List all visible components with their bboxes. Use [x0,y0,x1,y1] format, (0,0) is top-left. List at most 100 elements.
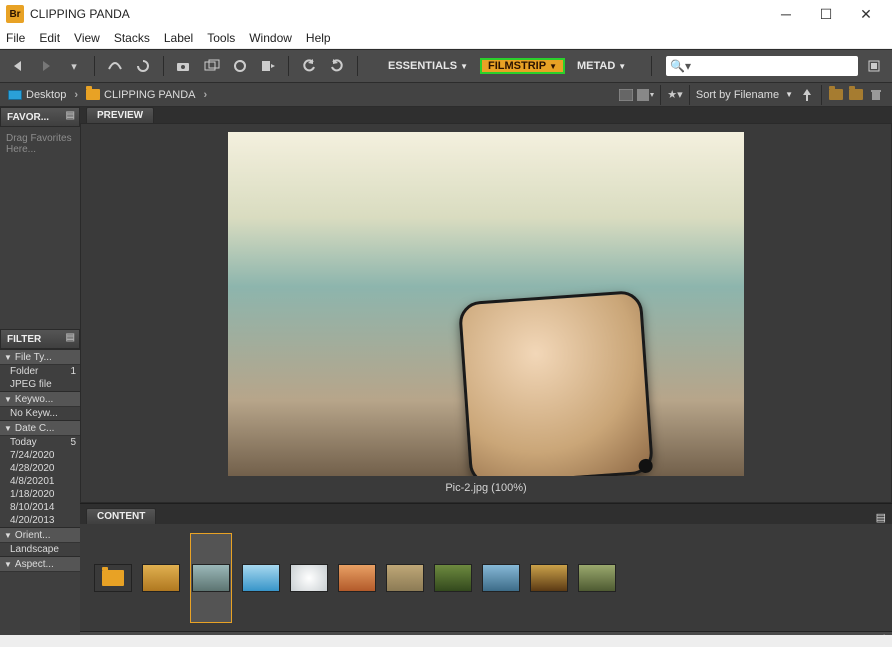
open-camera-raw-icon[interactable] [228,55,252,77]
content-panel: CONTENT ▤ [80,503,892,631]
filter-section-header[interactable]: ▼Aspect... [0,556,80,572]
menu-edit[interactable]: Edit [39,31,60,45]
disclosure-triangle-icon: ▼ [4,560,12,569]
thumbnail-image[interactable] [242,564,280,592]
favorites-panel-body[interactable]: Drag Favorites Here... [0,127,80,329]
boomerang-icon[interactable] [103,55,127,77]
disclosure-triangle-icon: ▼ [4,424,12,433]
thumbnail-folder[interactable] [94,564,132,592]
open-recent-icon[interactable] [846,86,866,104]
thumbnail-image[interactable] [338,564,376,592]
menu-window[interactable]: Window [249,31,292,45]
workspace-metadata[interactable]: METAD▼ [569,58,634,74]
panel-menu-icon[interactable]: ▤ [66,110,75,121]
get-photos-icon[interactable] [172,55,196,77]
thumbnail-image[interactable] [192,564,230,592]
filter-row[interactable]: 1/18/2020 [0,488,80,501]
preview-caption: Pic-2.jpg (100%) [445,482,526,494]
thumbnail-image[interactable] [386,564,424,592]
separator [288,56,289,76]
preview-tabs-row: PREVIEW [80,107,892,123]
separator [821,85,822,105]
refine-icon[interactable] [200,55,224,77]
recent-dropdown[interactable]: ▾ [62,55,86,77]
output-icon[interactable] [256,55,280,77]
disclosure-triangle-icon: ▼ [4,395,12,404]
nav-forward-button[interactable] [34,55,58,77]
separator [163,56,164,76]
titlebar: Br CLIPPING PANDA ─ ☐ ✕ [0,0,892,28]
filter-row[interactable]: No Keyw... [0,407,80,420]
menu-view[interactable]: View [74,31,100,45]
reveal-icon[interactable] [131,55,155,77]
rotate-ccw-icon[interactable] [297,55,321,77]
content-strip[interactable] [80,524,892,631]
preview-panel-tab[interactable]: PREVIEW [86,107,154,123]
panel-menu-icon[interactable]: ▤ [876,511,886,524]
maximize-button[interactable]: ☐ [806,2,846,26]
favorites-panel-tab[interactable]: FAVOR...▤ [0,107,80,127]
breadcrumb-desktop[interactable]: Desktop [6,89,68,101]
filter-panel-tab[interactable]: FILTER▤ [0,329,80,349]
breadcrumb-separator: › [68,89,84,101]
filter-row[interactable]: 4/20/2013 [0,514,80,527]
filter-row[interactable]: Folder1 [0,365,80,378]
menu-file[interactable]: File [6,31,25,45]
loupe-magnifier[interactable] [458,290,654,476]
filter-row[interactable]: Landscape [0,543,80,556]
filter-section-header[interactable]: ▼Keywo... [0,391,80,407]
window-title: CLIPPING PANDA [30,7,766,21]
filter-row[interactable]: 8/10/2014 [0,501,80,514]
content-panel-tab[interactable]: CONTENT [86,508,156,524]
disclosure-triangle-icon: ▼ [4,353,12,362]
filter-row[interactable]: JPEG file [0,378,80,391]
filter-row[interactable]: 4/28/2020 [0,462,80,475]
nav-back-button[interactable] [6,55,30,77]
thumbnail-image[interactable] [142,564,180,592]
new-folder-icon[interactable] [826,86,846,104]
thumbnail-image[interactable] [578,564,616,592]
trash-icon[interactable] [866,86,886,104]
menu-stacks[interactable]: Stacks [114,31,150,45]
filter-section-header[interactable]: ▼Date C... [0,420,80,436]
separator [651,56,652,76]
pathbar: Desktop › CLIPPING PANDA › ★▾ Sort by Fi… [0,83,892,107]
breadcrumb-folder[interactable]: CLIPPING PANDA [84,89,198,101]
left-sidebar: FAVOR...▤ Drag Favorites Here... FILTER▤… [0,107,80,635]
preview-image[interactable] [228,132,744,476]
search-input[interactable] [691,60,854,72]
filter-row[interactable]: Today5 [0,436,80,449]
menu-tools[interactable]: Tools [207,31,235,45]
minimize-button[interactable]: ─ [766,2,806,26]
thumbnail-quality-dropdown[interactable] [636,86,656,104]
filter-star-icon[interactable]: ★▾ [665,86,685,104]
compact-mode-icon[interactable] [862,55,886,77]
thumbnail-quality-icon[interactable] [616,86,636,104]
menu-label[interactable]: Label [164,31,193,45]
close-button[interactable]: ✕ [846,2,886,26]
thumbnail-selected[interactable] [190,533,232,623]
panel-menu-icon[interactable]: ▤ [66,332,75,343]
thumbnail-image[interactable] [530,564,568,592]
thumbnail-image[interactable] [434,564,472,592]
filter-section-header[interactable]: ▼File Ty... [0,349,80,365]
separator [94,56,95,76]
menubar: File Edit View Stacks Label Tools Window… [0,28,892,49]
thumbnail-image[interactable] [482,564,520,592]
sort-direction-icon[interactable] [797,86,817,104]
filter-row[interactable]: 7/24/2020 [0,449,80,462]
rotate-cw-icon[interactable] [325,55,349,77]
filter-row[interactable]: 4/8/20201 [0,475,80,488]
preview-area[interactable]: Pic-2.jpg (100%) [80,123,892,503]
menu-help[interactable]: Help [306,31,331,45]
window-status-strip [0,635,892,647]
separator [660,85,661,105]
sort-dropdown-icon[interactable]: ▼ [781,90,797,99]
sort-label[interactable]: Sort by Filename [694,89,781,101]
thumbnail-image[interactable] [290,564,328,592]
filter-section-header[interactable]: ▼Orient... [0,527,80,543]
search-box[interactable]: 🔍▾ [666,56,858,76]
workspace-filmstrip[interactable]: FILMSTRIP▼ [480,58,565,74]
filter-panel-body: ▼File Ty...Folder1JPEG file▼Keywo...No K… [0,349,80,635]
workspace-essentials[interactable]: ESSENTIALS▼ [380,58,476,74]
